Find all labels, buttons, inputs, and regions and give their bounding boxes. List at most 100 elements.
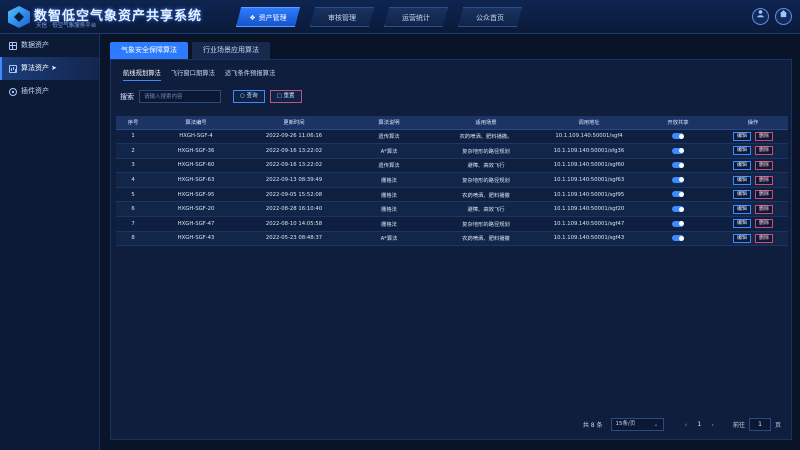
sub-tab-route-planning[interactable]: 航线规划算法 [123,68,161,81]
query-button[interactable]: ○ 查询 [233,90,265,103]
sidebar-item-label: 插件资产 [21,87,49,95]
sidebar-item-data-assets[interactable]: 数据资产 [0,34,99,57]
edit-button[interactable]: 编辑 [732,190,751,200]
share-toggle[interactable] [672,162,684,169]
prev-page-button[interactable]: ‹ [685,421,688,429]
column-header: 适用场景 [432,116,540,130]
cell-url: 10.1.109.140:50001/sgf43 [540,231,638,247]
sidebar-item-label: 数据资产 [21,41,49,49]
share-toggle[interactable] [672,235,684,242]
main-tab-bar: 气象安全保障算法 行业场景应用算法 [110,42,274,59]
goto-page-input[interactable]: 1 [748,418,771,431]
cell-shared [638,158,718,174]
delete-button[interactable]: 删除 [755,204,774,214]
cell-scene: 农药喷洒、肥料播撒。 [432,129,540,145]
asset-icon: ❖ [249,14,256,22]
tab-industry-scenario-algorithm[interactable]: 行业场景应用算法 [192,42,270,59]
sub-tab-bar: 航线规划算法 飞行窗口期算法 适飞条件预报算法 [123,68,285,81]
search-input[interactable] [139,90,221,103]
sidebar-item-algorithm-assets[interactable]: 算法资产 ➤ [0,57,99,80]
cell-desc: A*算法 [346,231,432,247]
edit-button[interactable]: 编辑 [732,175,751,185]
top-nav-operation-stats[interactable]: 运营统计 [384,7,448,27]
reset-button-label: 重置 [283,93,295,99]
query-button-label: 查询 [246,93,258,99]
logo-icon [8,6,30,28]
cell-url: 10.1.109.140:50001/sgf95 [540,187,638,203]
cell-time: 2022-08-10 14:05:58 [242,216,346,232]
delete-button[interactable]: 删除 [755,233,774,243]
cell-no: 6 [116,201,150,218]
table-header-row: 序号 算法编号 更新时间 算法说明 适用场景 调用地址 开放共享 操作 [116,116,788,130]
cell-url: 10.1.109.140:50001/sgf63 [540,172,638,188]
next-page-button[interactable]: › [711,421,714,429]
share-toggle[interactable] [672,147,684,154]
cell-scene: 农药喷洒、肥料播撒 [432,187,540,203]
cell-scene: 复杂地形的路径规划 [432,143,540,159]
cell-code: HXGH-SGF-20 [150,201,242,218]
cell-no: 5 [116,187,150,203]
cell-shared [638,172,718,188]
column-header: 开放共享 [638,116,718,130]
top-nav-label: 运营统计 [402,14,430,22]
table-row: 8 HXGH-SGF-43 2022-05-23 08:48:37 A*算法 农… [116,231,788,247]
column-header: 更新时间 [242,116,346,130]
page-size-select[interactable]: 15条/页 ⌄ [610,418,664,431]
top-nav-asset-management[interactable]: ❖ 资产管理 [236,7,300,27]
delete-button[interactable]: 删除 [755,175,774,185]
cell-scene: 复杂地形的路径规划 [432,172,540,188]
top-nav-review-management[interactable]: 审核管理 [310,7,374,27]
share-toggle[interactable] [672,206,684,213]
delete-button[interactable]: 删除 [755,190,774,200]
sub-tab-flight-window[interactable]: 飞行窗口期算法 [171,68,215,81]
cell-scene: 农药喷洒、肥料播撒 [432,231,540,247]
cell-no: 4 [116,172,150,188]
delete-button[interactable]: 删除 [755,160,774,170]
share-toggle[interactable] [672,220,684,227]
cell-time: 2022-09-13 08:39:49 [242,172,346,188]
cell-code: HXGH-SGF-4 [150,129,242,145]
edit-button[interactable]: 编辑 [732,219,751,229]
edit-button[interactable]: 编辑 [732,160,751,170]
delete-button[interactable]: 删除 [755,146,774,156]
table-row: 3 HXGH-SGF-60 2022-09-16 13:22:02 遗传算法 避… [116,158,788,174]
current-page[interactable]: 1 [697,421,701,428]
edit-button[interactable]: 编辑 [732,146,751,156]
column-header: 操作 [718,116,788,130]
delete-button[interactable]: 删除 [755,219,774,229]
cell-code: HXGH-SGF-60 [150,158,242,174]
cell-shared [638,216,718,232]
cell-desc: 遗传算法 [346,129,432,145]
edit-button[interactable]: 编辑 [732,204,751,214]
sub-tab-flight-condition-forecast[interactable]: 适飞条件预报算法 [225,68,275,81]
reset-button[interactable]: ▢ 重置 [269,90,302,103]
chart-icon [9,64,17,73]
share-toggle[interactable] [672,176,684,183]
cell-shared [638,187,718,203]
total-count: 共 8 条 [582,422,603,429]
pagination: 共 8 条 15条/页 ⌄ ‹ 1 › 前往 1 页 [583,418,781,431]
cell-time: 2022-08-28 16:10:40 [242,201,346,218]
delete-button[interactable]: 删除 [755,131,774,141]
cell-url: 10.1.109.140:50001/sfg36 [540,143,638,159]
cell-actions: 编辑 删除 [718,187,788,203]
cell-shared [638,231,718,247]
cell-desc: 栅格法 [346,201,432,218]
plugin-icon [9,87,17,96]
app-subtitle: 天信 · 低空气象服务平台 [36,23,97,29]
sidebar-item-plugin-assets[interactable]: 插件资产 [0,80,99,103]
share-toggle[interactable] [672,191,684,198]
edit-button[interactable]: 编辑 [732,131,751,141]
top-nav-label: 资产管理 [258,14,287,22]
tab-weather-safety-algorithm[interactable]: 气象安全保障算法 [110,42,188,59]
cell-no: 1 [116,129,150,145]
cell-url: 10.1.109.140:50001/sgf60 [540,158,638,174]
user-icon[interactable] [752,8,769,25]
cell-actions: 编辑 删除 [718,201,788,218]
chevron-down-icon: ⌄ [653,421,659,428]
home-icon[interactable] [775,8,792,25]
top-nav-public-home[interactable]: 公众首页 [458,7,522,27]
edit-button[interactable]: 编辑 [732,233,751,243]
share-toggle[interactable] [672,133,684,140]
top-nav-label: 审核管理 [328,14,356,22]
